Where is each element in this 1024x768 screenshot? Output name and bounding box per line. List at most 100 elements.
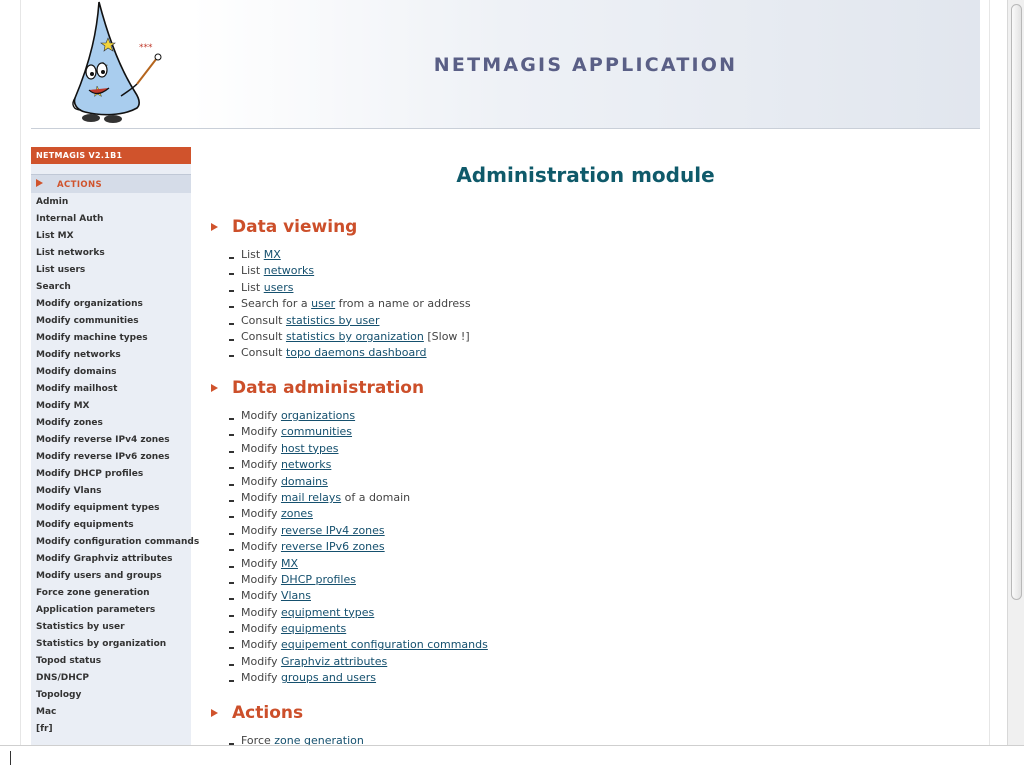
item-prefix: Modify xyxy=(241,425,281,439)
list-item: Search for a user from a name or address xyxy=(229,297,829,313)
item-prefix: Modify xyxy=(241,622,281,636)
item-link[interactable]: MX xyxy=(281,557,298,570)
list-item: Modify zones xyxy=(229,507,829,523)
sidebar-item-force-zone-generation[interactable]: Force zone generation xyxy=(36,587,191,604)
item-suffix: from a name or address xyxy=(335,297,471,311)
sidebar-item-dns-dhcp[interactable]: DNS/DHCP xyxy=(36,672,191,689)
item-link[interactable]: mail relays xyxy=(281,491,341,504)
item-link[interactable]: user xyxy=(311,297,335,310)
sidebar-item-statistics-by-user[interactable]: Statistics by user xyxy=(36,621,191,638)
item-link[interactable]: equipement configuration commands xyxy=(281,638,488,651)
item-link[interactable]: communities xyxy=(281,425,352,438)
sidebar-item-admin[interactable]: Admin xyxy=(36,196,191,213)
sidebar-item-internal-auth[interactable]: Internal Auth xyxy=(36,213,191,230)
sidebar-item-list-networks[interactable]: List networks xyxy=(36,247,191,264)
item-link[interactable]: Graphviz attributes xyxy=(281,655,387,668)
main-content: Administration module Data viewing List M… xyxy=(191,129,980,745)
bullet-icon xyxy=(229,516,234,519)
section-title: Actions xyxy=(232,703,304,723)
actions-header: ACTIONS xyxy=(31,174,191,193)
list-item: Consult statistics by organization [Slow… xyxy=(229,330,829,346)
item-prefix: Modify xyxy=(241,441,281,455)
sidebar-item-application-parameters[interactable]: Application parameters xyxy=(36,604,191,621)
vertical-scrollbar[interactable] xyxy=(1007,0,1024,745)
list-item: Modify equipement configuration commands xyxy=(229,638,829,654)
sidebar-item-search[interactable]: Search xyxy=(36,281,191,298)
item-prefix: Modify xyxy=(241,638,281,652)
bullet-icon xyxy=(229,467,234,470)
bullet-icon xyxy=(229,581,234,584)
sidebar-item-modify-graphviz-attributes[interactable]: Modify Graphviz attributes xyxy=(36,553,191,570)
svg-text:***: *** xyxy=(139,43,153,53)
sidebar-item-modify-machine-types[interactable]: Modify machine types xyxy=(36,332,191,349)
item-link[interactable]: networks xyxy=(264,264,314,277)
triangle-right-icon xyxy=(36,179,43,187)
item-link[interactable]: users xyxy=(264,281,294,294)
sidebar-item-topod-status[interactable]: Topod status xyxy=(36,655,191,672)
sidebar-item-topology[interactable]: Topology xyxy=(36,689,191,706)
item-link[interactable]: reverse IPv6 zones xyxy=(281,540,385,553)
item-suffix: of a domain xyxy=(341,490,411,504)
sidebar-item-modify-equipments[interactable]: Modify equipments xyxy=(36,519,191,536)
item-link[interactable]: domains xyxy=(281,475,328,488)
sidebar-item-modify-users-and-groups[interactable]: Modify users and groups xyxy=(36,570,191,587)
browser-viewport: *** NETMAGIS APPLICATION NETMAGIS V2.1B1… xyxy=(0,0,1007,745)
item-prefix: List xyxy=(241,248,264,261)
item-prefix: Search for a xyxy=(241,297,312,311)
page-header: *** NETMAGIS APPLICATION xyxy=(31,0,980,129)
item-link[interactable]: statistics by user xyxy=(286,314,380,327)
bullet-icon xyxy=(229,663,234,666)
bullet-icon xyxy=(229,418,234,420)
list-item: Modify Graphviz attributes xyxy=(229,655,829,671)
item-prefix: Modify xyxy=(241,458,281,472)
section-list: List MX List networks List users Search for… xyxy=(229,248,829,363)
sidebar-item-modify-mx[interactable]: Modify MX xyxy=(36,400,191,417)
sidebar-item-modify-networks[interactable]: Modify networks xyxy=(36,349,191,366)
section-list: Force zone generation xyxy=(229,734,829,745)
item-link[interactable]: zone generation xyxy=(274,734,364,745)
actions-label: ACTIONS xyxy=(57,180,103,190)
item-link[interactable]: organizations xyxy=(281,409,355,422)
bullet-icon xyxy=(229,450,234,453)
sidebar-item-list-users[interactable]: List users xyxy=(36,264,191,281)
bullet-icon xyxy=(229,338,234,341)
sidebar-item-modify-configuration-commands[interactable]: Modify configuration commands xyxy=(36,536,199,553)
item-link[interactable]: equipment types xyxy=(281,606,374,619)
item-link[interactable]: statistics by organization xyxy=(286,330,424,343)
item-link[interactable]: Vlans xyxy=(281,589,311,602)
sidebar-item-modify-mailhost[interactable]: Modify mailhost xyxy=(36,383,191,400)
sidebar-item-modify-communities[interactable]: Modify communities xyxy=(36,315,191,332)
item-link[interactable]: equipments xyxy=(281,622,346,635)
list-item: List networks xyxy=(229,264,829,280)
item-link[interactable]: host types xyxy=(281,442,339,455)
item-link[interactable]: zones xyxy=(281,507,313,520)
item-link[interactable]: groups and users xyxy=(281,671,376,684)
scrollbar-thumb[interactable] xyxy=(1011,4,1022,600)
item-prefix: Modify xyxy=(241,572,281,586)
app-title: NETMAGIS APPLICATION xyxy=(433,54,738,76)
item-link[interactable]: DHCP profiles xyxy=(281,573,356,586)
sidebar-item-modify-domains[interactable]: Modify domains xyxy=(36,366,191,383)
sidebar-item-modify-vlans[interactable]: Modify Vlans xyxy=(36,485,191,502)
bullet-icon xyxy=(229,322,234,325)
item-link[interactable]: reverse IPv4 zones xyxy=(281,524,385,537)
sidebar-item-list-mx[interactable]: List MX xyxy=(36,230,191,247)
item-link[interactable]: topo daemons dashboard xyxy=(286,346,427,359)
sidebar-item-modify-organizations[interactable]: Modify organizations xyxy=(36,298,191,315)
list-item: Modify DHCP profiles xyxy=(229,573,829,589)
sidebar-item-modify-zones[interactable]: Modify zones xyxy=(36,417,191,434)
page-title: Administration module xyxy=(456,163,715,187)
sidebar-item-modify-reverse-ipv4-zones[interactable]: Modify reverse IPv4 zones xyxy=(36,434,191,451)
list-item: Modify domains xyxy=(229,475,829,491)
item-link[interactable]: MX xyxy=(264,248,281,261)
item-prefix: Modify xyxy=(241,540,281,554)
item-link[interactable]: networks xyxy=(281,458,331,471)
item-prefix: Force xyxy=(241,734,275,745)
sidebar-item-fr[interactable]: [fr] xyxy=(36,723,191,740)
sidebar-item-modify-equipment-types[interactable]: Modify equipment types xyxy=(36,502,191,519)
bullet-icon xyxy=(229,614,234,617)
sidebar-item-statistics-by-organization[interactable]: Statistics by organization xyxy=(36,638,191,655)
sidebar-item-modify-reverse-ipv6-zones[interactable]: Modify reverse IPv6 zones xyxy=(36,451,191,468)
sidebar-item-modify-dhcp-profiles[interactable]: Modify DHCP profiles xyxy=(36,468,191,485)
sidebar-item-mac[interactable]: Mac xyxy=(36,706,191,723)
